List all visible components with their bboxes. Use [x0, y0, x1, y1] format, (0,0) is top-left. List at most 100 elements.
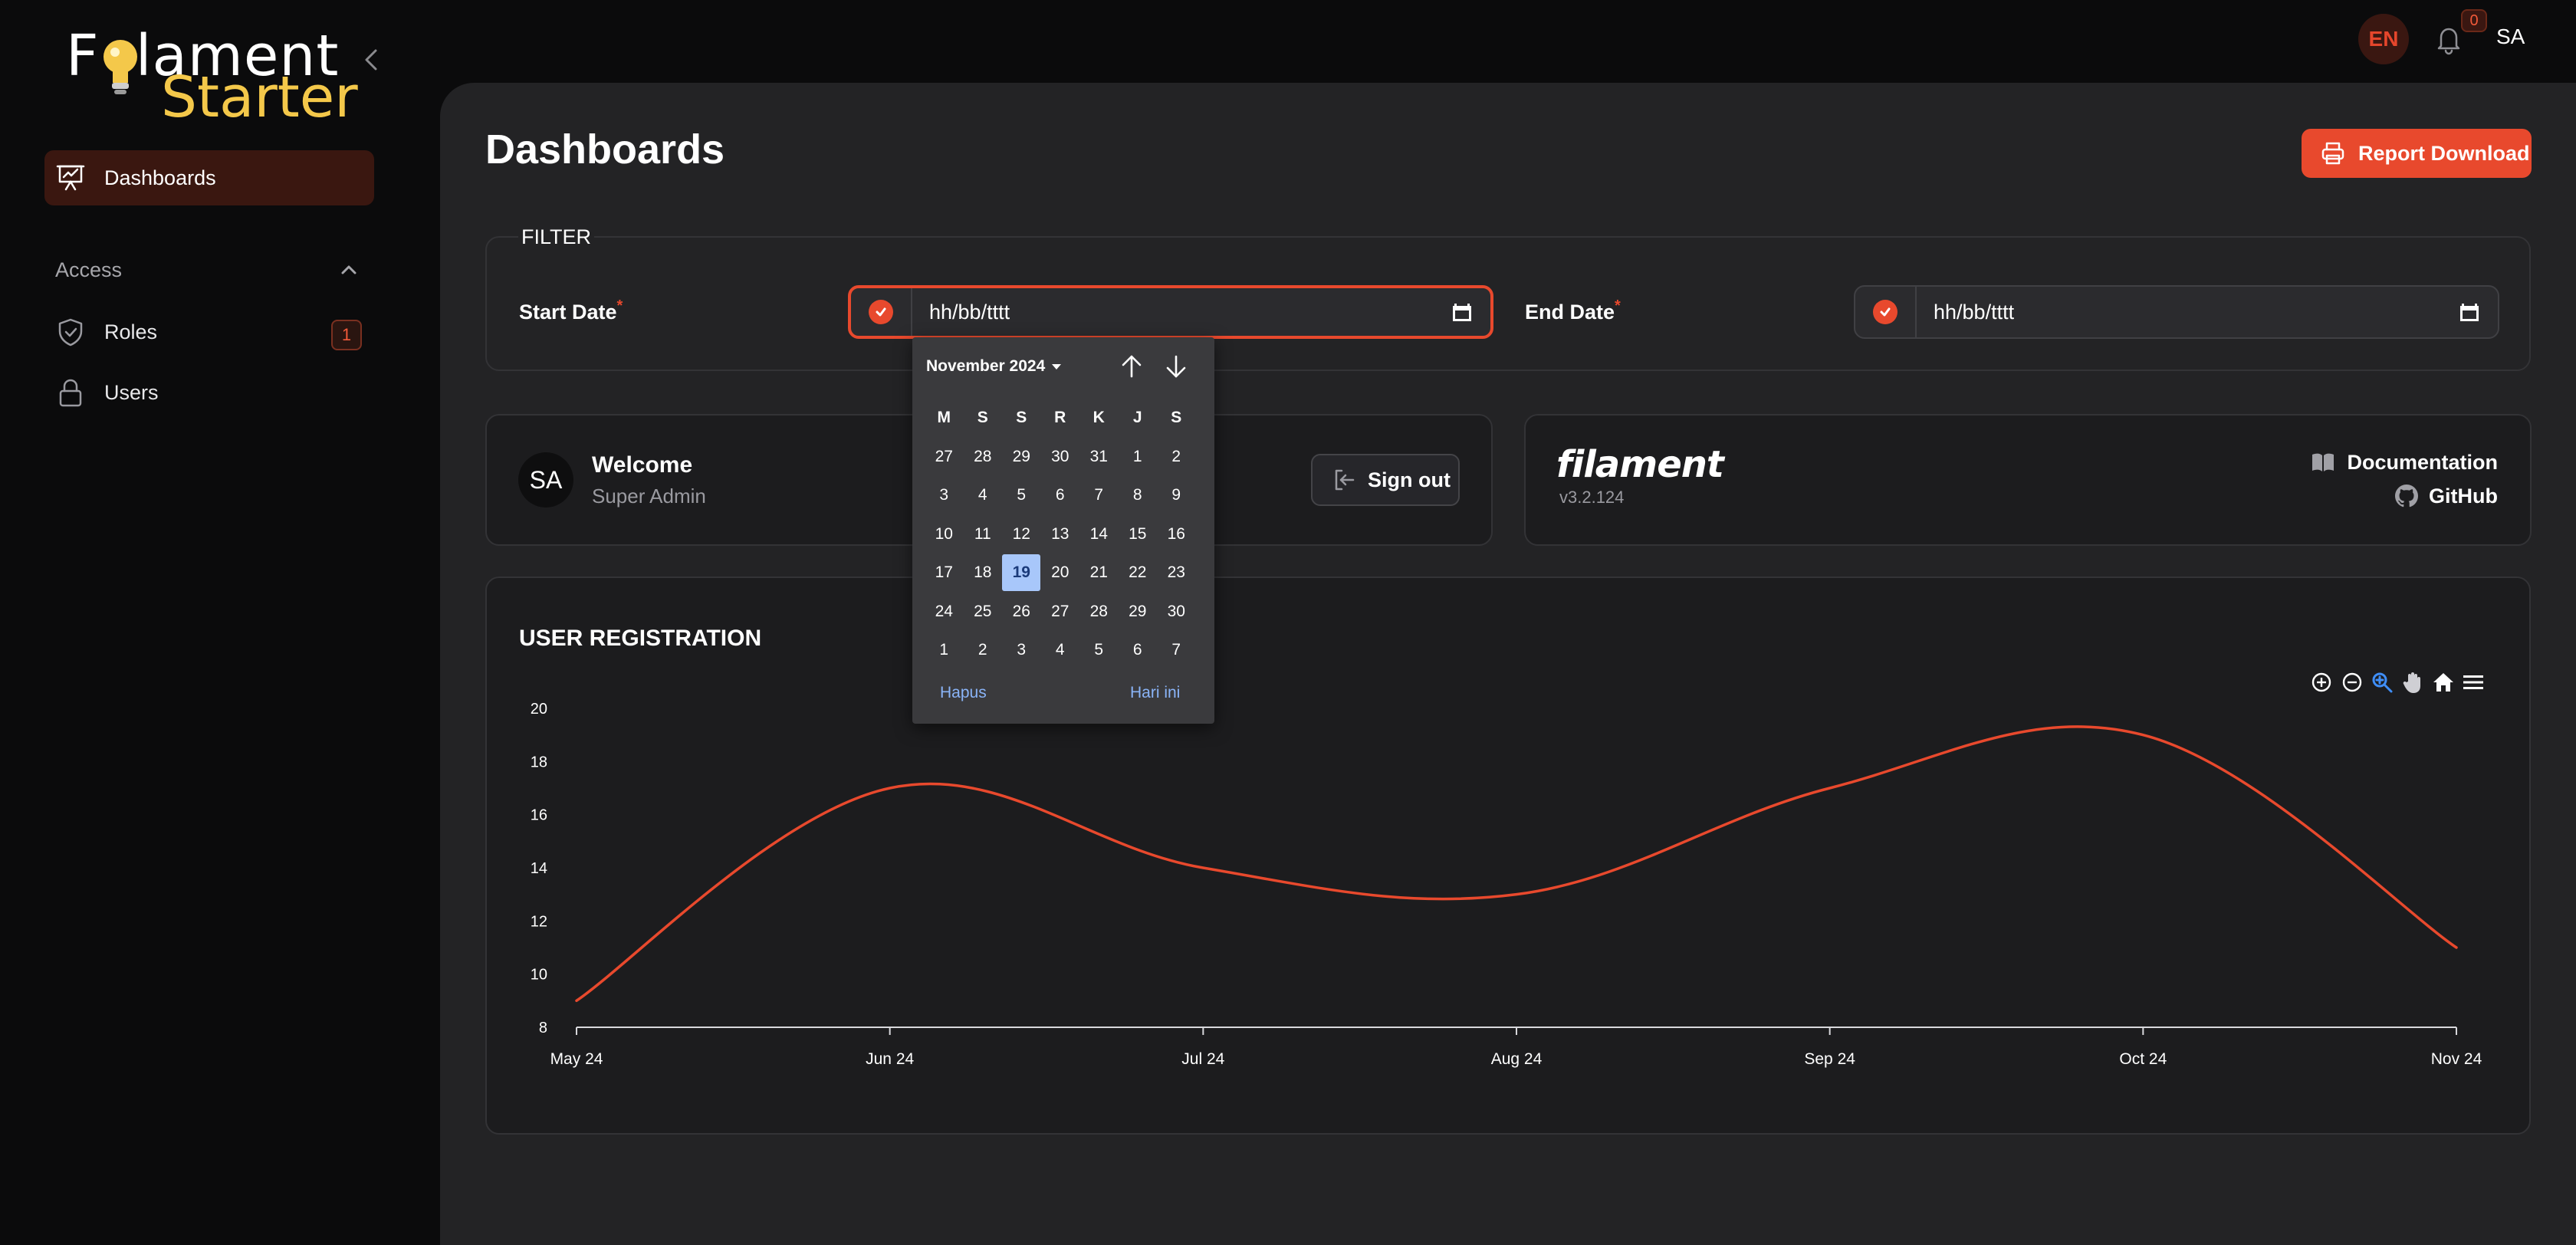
calendar-day[interactable]: 27 [925, 438, 964, 477]
y-tick-label: 20 [531, 701, 547, 718]
page-title: Dashboards [485, 126, 725, 172]
today-button[interactable]: Hari ini [1130, 684, 1180, 702]
weekday-label: J [1132, 409, 1142, 427]
calendar-day[interactable]: 7 [1157, 631, 1196, 670]
report-download-button[interactable]: Report Download [2302, 129, 2532, 178]
book-icon [2312, 453, 2334, 471]
sidebar-item-dashboards[interactable]: Dashboards [44, 150, 374, 205]
calendar-day[interactable]: 18 [964, 554, 1003, 593]
notifications-badge: 0 [2461, 9, 2487, 32]
calendar-week-row: 17 18 19 20 21 22 23 [925, 554, 1198, 593]
calendar-day[interactable]: 29 [1119, 593, 1158, 632]
documentation-link[interactable]: Documentation [2310, 449, 2498, 475]
y-tick-label: 10 [531, 967, 547, 984]
calendar-day[interactable]: 7 [1079, 476, 1119, 515]
weekday-label: S [1171, 409, 1182, 427]
calendar-day[interactable]: 31 [1079, 438, 1119, 477]
sidebar-item-users[interactable]: Users [44, 365, 374, 420]
previous-month-button[interactable] [1116, 351, 1147, 382]
start-date-field[interactable]: hh/bb/tttt [848, 285, 1493, 339]
calendar-day[interactable]: 25 [964, 593, 1003, 632]
welcome-subtitle: Super Admin [592, 485, 706, 508]
y-tick-label: 8 [539, 1020, 547, 1036]
calendar-icon[interactable] [2458, 301, 2481, 324]
calendar-day[interactable]: 29 [1002, 438, 1041, 477]
calendar-day[interactable]: 11 [964, 515, 1003, 554]
date-picker-popup: November 2024 M S S R K J S 27 28 29 30 31 1 2 3 4 5 6 7 8 9… [912, 337, 1214, 724]
language-switcher[interactable]: EN [2358, 14, 2409, 64]
arrow-down-icon [1166, 355, 1186, 378]
calendar-day[interactable]: 5 [1002, 476, 1041, 515]
calendar-day[interactable]: 28 [964, 438, 1003, 477]
end-date-value[interactable]: hh/bb/tttt [1934, 301, 2458, 324]
sidebar-item-label: Dashboards [104, 166, 216, 189]
calendar-day[interactable]: 6 [1119, 631, 1158, 670]
next-month-button[interactable] [1161, 351, 1191, 382]
calendar-day[interactable]: 27 [1041, 593, 1080, 632]
clear-date-button[interactable]: Hapus [940, 684, 987, 702]
calendar-icon[interactable] [1451, 301, 1474, 324]
calendar-day[interactable]: 12 [1002, 515, 1041, 554]
sidebar-group-access[interactable]: Access [55, 258, 122, 282]
calendar-day[interactable]: 23 [1157, 554, 1196, 593]
y-tick-label: 14 [531, 860, 547, 877]
calendar-day[interactable]: 14 [1079, 515, 1119, 554]
calendar-day[interactable]: 30 [1041, 438, 1080, 477]
calendar-day[interactable]: 1 [1119, 438, 1158, 477]
calendar-day[interactable]: 4 [1041, 631, 1080, 670]
series-line [575, 725, 2458, 1003]
calendar-day[interactable]: 3 [1002, 631, 1041, 670]
calendar-day[interactable]: 15 [1119, 515, 1158, 554]
calendar-day[interactable]: 17 [925, 554, 964, 593]
calendar-day[interactable]: 13 [1041, 515, 1080, 554]
sign-out-button[interactable]: Sign out [1311, 454, 1460, 506]
calendar-day[interactable]: 3 [925, 476, 964, 515]
weekday-label: M [937, 409, 951, 427]
avatar: SA [518, 452, 573, 508]
start-date-value[interactable]: hh/bb/tttt [929, 301, 1451, 324]
calendar-day[interactable]: 20 [1041, 554, 1080, 593]
calendar-week-row: 3456789 [925, 476, 1198, 515]
end-date-field[interactable]: hh/bb/tttt [1854, 285, 2499, 339]
bell-icon[interactable] [2432, 23, 2466, 57]
end-date-label: End Date* [1525, 297, 1621, 324]
calendar-day[interactable]: 21 [1079, 554, 1119, 593]
collapse-sidebar-icon[interactable] [360, 44, 383, 75]
app-logo[interactable]: F lament Starter [66, 23, 358, 130]
roles-count-badge: 1 [331, 320, 362, 350]
filament-logo: filament [1556, 443, 1724, 486]
calendar-day[interactable]: 26 [1002, 593, 1041, 632]
calendar-day[interactable]: 6 [1041, 476, 1080, 515]
shield-check-icon [58, 318, 83, 347]
calendar-day[interactable]: 16 [1157, 515, 1196, 554]
calendar-day[interactable]: 2 [1157, 438, 1196, 477]
calendar-day[interactable]: 1 [925, 631, 964, 670]
user-menu[interactable]: SA [2496, 25, 2525, 49]
chevron-up-icon[interactable] [337, 261, 360, 279]
lightbulb-icon [104, 40, 137, 94]
calendar-day[interactable]: 5 [1079, 631, 1119, 670]
calendar-day-today[interactable]: 19 [1002, 554, 1041, 593]
x-tick-label: Sep 24 [1804, 1050, 1855, 1068]
github-icon [2395, 485, 2419, 508]
github-link[interactable]: GitHub [2394, 483, 2498, 509]
calendar-day[interactable]: 28 [1079, 593, 1119, 632]
calendar-week-row: 10 11 12 13 14 15 16 [925, 515, 1198, 554]
weekday-label: K [1092, 409, 1105, 427]
sidebar-item-roles[interactable]: Roles 1 [44, 304, 374, 360]
month-year-label: November 2024 [926, 357, 1046, 375]
calendar-day[interactable]: 10 [925, 515, 964, 554]
calendar-day[interactable]: 9 [1157, 476, 1196, 515]
calendar-day[interactable]: 8 [1119, 476, 1158, 515]
calendar-day[interactable]: 22 [1119, 554, 1158, 593]
documentation-label: Documentation [2347, 450, 2498, 474]
user-registration-line-chart[interactable]: 8 10 12 14 16 18 20 May 24 Jun 24 Jul 24 Aug 24 Sep… [521, 690, 2507, 1089]
chart-title: USER REGISTRATION [519, 626, 762, 651]
month-year-selector[interactable]: November 2024 [926, 357, 1062, 376]
x-tick-label: Oct 24 [2119, 1050, 2167, 1068]
calendar-day[interactable]: 4 [964, 476, 1003, 515]
calendar-day[interactable]: 30 [1157, 593, 1196, 632]
calendar-day[interactable]: 24 [925, 593, 964, 632]
calendar-day[interactable]: 2 [964, 631, 1003, 670]
logo-text-line2: Starter [161, 64, 358, 130]
